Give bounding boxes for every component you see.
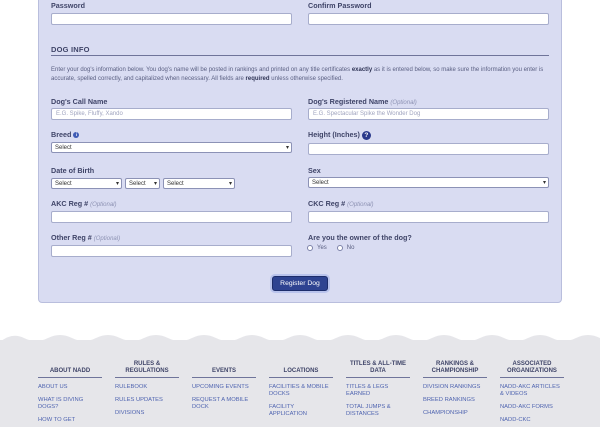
footer-column: EVENTS UPCOMING EVENTS REQUEST A MOBILE DO… <box>192 364 256 417</box>
chevron-down-icon: ▾ <box>228 181 232 187</box>
owner-no-label: No <box>346 245 355 251</box>
footer-link[interactable]: HOW TO GET <box>38 417 102 424</box>
footer-column: ASSOCIATED ORGANIZATIONS NADD-AKC ARTICLE… <box>500 361 564 427</box>
help-icon[interactable]: ? <box>361 130 371 140</box>
footer-link[interactable]: ABOUT US <box>38 384 102 391</box>
password-label: Password <box>51 1 85 10</box>
other-reg-input[interactable] <box>51 245 292 257</box>
chevron-down-icon: ▾ <box>115 181 119 187</box>
registered-name-label: Dog's Registered Name (Optional) <box>308 97 417 106</box>
footer-wave-decoration <box>0 335 600 342</box>
footer-link[interactable]: WHAT IS DIVING DOGS? <box>38 397 102 411</box>
footer-column-heading: EVENTS <box>192 364 256 378</box>
chevron-down-icon: ▾ <box>285 145 289 151</box>
confirm-password-label: Confirm Password <box>308 1 372 10</box>
footer-column-heading: ASSOCIATED ORGANIZATIONS <box>500 361 564 378</box>
footer-column: ABOUT NADD ABOUT US WHAT IS DIVING DOGS? HO… <box>38 364 102 427</box>
owner-yes-radio[interactable] <box>307 245 313 251</box>
height-label: Height (Inches)? <box>308 130 371 140</box>
footer-column-heading: RULES & REGULATIONS <box>115 361 179 378</box>
footer-link[interactable]: NADD-CKC <box>500 417 564 424</box>
other-reg-label: Other Reg # (Optional) <box>51 233 121 242</box>
footer-column-heading: ABOUT NADD <box>38 364 102 378</box>
footer-link[interactable]: RULEBOOK <box>115 384 179 391</box>
chevron-down-icon: ▾ <box>542 180 546 186</box>
footer-link[interactable]: TITLES & LEGS EARNED <box>346 384 410 398</box>
footer-column: TITLES & ALL-TIME DATA TITLES & LEGS EARN… <box>346 361 410 424</box>
height-input[interactable] <box>308 143 549 155</box>
sex-select[interactable]: Select ▾ <box>308 177 549 188</box>
dob-year-select[interactable]: Select ▾ <box>163 178 235 189</box>
confirm-password-input[interactable] <box>308 13 549 25</box>
dob-label: Date of Birth <box>51 166 95 175</box>
breed-label: Breed i <box>51 130 80 139</box>
owner-radio-group: Yes No <box>307 245 354 251</box>
ckc-reg-label: CKC Reg # (Optional) <box>308 199 374 208</box>
info-icon[interactable]: i <box>73 132 80 139</box>
chevron-down-icon: ▾ <box>153 181 157 187</box>
password-input[interactable] <box>51 13 292 25</box>
akc-reg-label: AKC Reg # (Optional) <box>51 199 117 208</box>
registered-name-input[interactable]: E.G. Spectacular Spike the Wonder Dog <box>308 108 549 120</box>
owner-question-label: Are you the owner of the dog? <box>308 233 412 242</box>
dob-month-select[interactable]: Select ▾ <box>51 178 122 189</box>
breed-select[interactable]: Select ▾ <box>51 142 292 153</box>
footer-link[interactable]: NADD-AKC ARTICLES & VIDEOS <box>500 384 564 398</box>
dog-info-instructions: Enter your dog's information below. You … <box>51 67 544 82</box>
optional-note: (Optional) <box>93 236 121 242</box>
footer-link[interactable]: FACILITY APPLICATION <box>269 404 333 418</box>
footer-column-heading: RANKINGS & CHAMPIONSHIP <box>423 361 487 378</box>
dog-info-heading: DOG INFO <box>51 45 90 54</box>
optional-note: (Optional) <box>390 100 417 106</box>
call-name-input[interactable]: E.G. Spike, Fluffy, Xando <box>51 108 292 120</box>
footer-link[interactable]: NADD-AKC FORMS <box>500 404 564 411</box>
footer-link[interactable]: CHAMPIONSHIP <box>423 410 487 417</box>
footer-link[interactable]: FACILITIES & MOBILE DOCKS <box>269 384 333 398</box>
footer-link[interactable]: DIVISIONS <box>115 410 179 417</box>
optional-note: (Optional) <box>90 202 117 208</box>
footer-column-heading: LOCATIONS <box>269 364 333 378</box>
register-dog-button[interactable]: Register Dog <box>272 276 328 291</box>
sex-label: Sex <box>308 166 321 175</box>
section-divider <box>51 55 549 56</box>
footer-column: RULES & REGULATIONS RULEBOOK RULES UPDATES… <box>115 361 179 423</box>
dob-day-select[interactable]: Select ▾ <box>125 178 160 189</box>
footer-link[interactable]: UPCOMING EVENTS <box>192 384 256 391</box>
optional-note: (Optional) <box>347 202 374 208</box>
akc-reg-input[interactable] <box>51 211 292 223</box>
owner-yes-label: Yes <box>317 245 327 251</box>
footer-column: RANKINGS & CHAMPIONSHIP DIVISION RANKINGS… <box>423 361 487 423</box>
call-name-label: Dog's Call Name <box>51 97 108 106</box>
ckc-reg-input[interactable] <box>308 211 549 223</box>
site-footer: ABOUT NADD ABOUT US WHAT IS DIVING DOGS? HO… <box>0 335 600 427</box>
footer-link[interactable]: REQUEST A MOBILE DOCK <box>192 397 256 411</box>
footer-link[interactable]: RULES UPDATES <box>115 397 179 404</box>
footer-column: LOCATIONS FACILITIES & MOBILE DOCKS FACILI… <box>269 364 333 424</box>
footer-link[interactable]: BREED RANKINGS <box>423 397 487 404</box>
footer-link[interactable]: DIVISION RANKINGS <box>423 384 487 391</box>
owner-no-radio[interactable] <box>336 245 343 251</box>
footer-column-heading: TITLES & ALL-TIME DATA <box>346 361 410 378</box>
footer-link[interactable]: TOTAL JUMPS & DISTANCES <box>346 404 410 418</box>
